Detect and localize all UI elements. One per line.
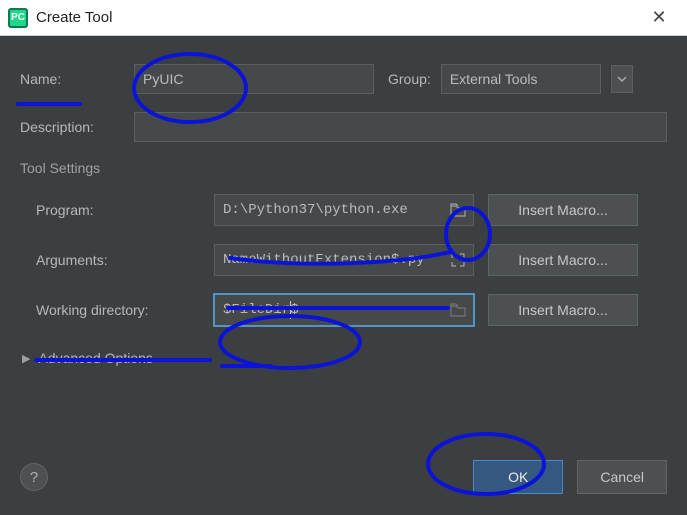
dialog-body: Name: Group: External Tools Description:… — [0, 36, 687, 408]
insert-macro-program-button[interactable]: Insert Macro... — [488, 194, 638, 226]
window-title: Create Tool — [36, 9, 639, 26]
cancel-button[interactable]: Cancel — [577, 460, 667, 494]
name-group-row: Name: Group: External Tools — [20, 64, 667, 94]
working-dir-row: Working directory: Insert Macro... — [20, 294, 667, 326]
chevron-down-icon[interactable] — [611, 65, 633, 93]
help-button[interactable]: ? — [20, 463, 48, 491]
description-input[interactable] — [134, 112, 667, 142]
close-icon[interactable]: ✕ — [639, 7, 679, 28]
dialog-footer: ? OK Cancel — [20, 460, 667, 494]
insert-macro-arguments-button[interactable]: Insert Macro... — [488, 244, 638, 276]
program-label: Program: — [20, 202, 200, 218]
name-label: Name: — [20, 71, 120, 87]
description-label: Description: — [20, 119, 120, 135]
text-caret — [290, 301, 291, 319]
tool-settings-title: Tool Settings — [20, 160, 667, 176]
arguments-input[interactable] — [214, 244, 474, 276]
program-input[interactable] — [214, 194, 474, 226]
folder-icon[interactable] — [448, 200, 468, 220]
triangle-right-icon: ▶ — [22, 352, 30, 365]
insert-macro-workingdir-button[interactable]: Insert Macro... — [488, 294, 638, 326]
name-input[interactable] — [134, 64, 374, 94]
working-dir-input[interactable] — [214, 294, 474, 326]
description-row: Description: — [20, 112, 667, 142]
ok-button[interactable]: OK — [473, 460, 563, 494]
program-row: Program: Insert Macro... — [20, 194, 667, 226]
app-icon: PC — [8, 8, 28, 28]
titlebar: PC Create Tool ✕ — [0, 0, 687, 36]
expand-icon[interactable] — [448, 250, 468, 270]
folder-icon[interactable] — [448, 300, 468, 320]
advanced-options-label: Advanced Options — [38, 350, 152, 366]
advanced-options-toggle[interactable]: ▶ Advanced Options — [22, 350, 667, 366]
group-label: Group: — [388, 71, 431, 87]
arguments-row: Arguments: Insert Macro... — [20, 244, 667, 276]
group-select-value: External Tools — [450, 71, 538, 87]
arguments-label: Arguments: — [20, 252, 200, 268]
group-select[interactable]: External Tools — [441, 64, 601, 94]
working-dir-label: Working directory: — [20, 302, 200, 318]
